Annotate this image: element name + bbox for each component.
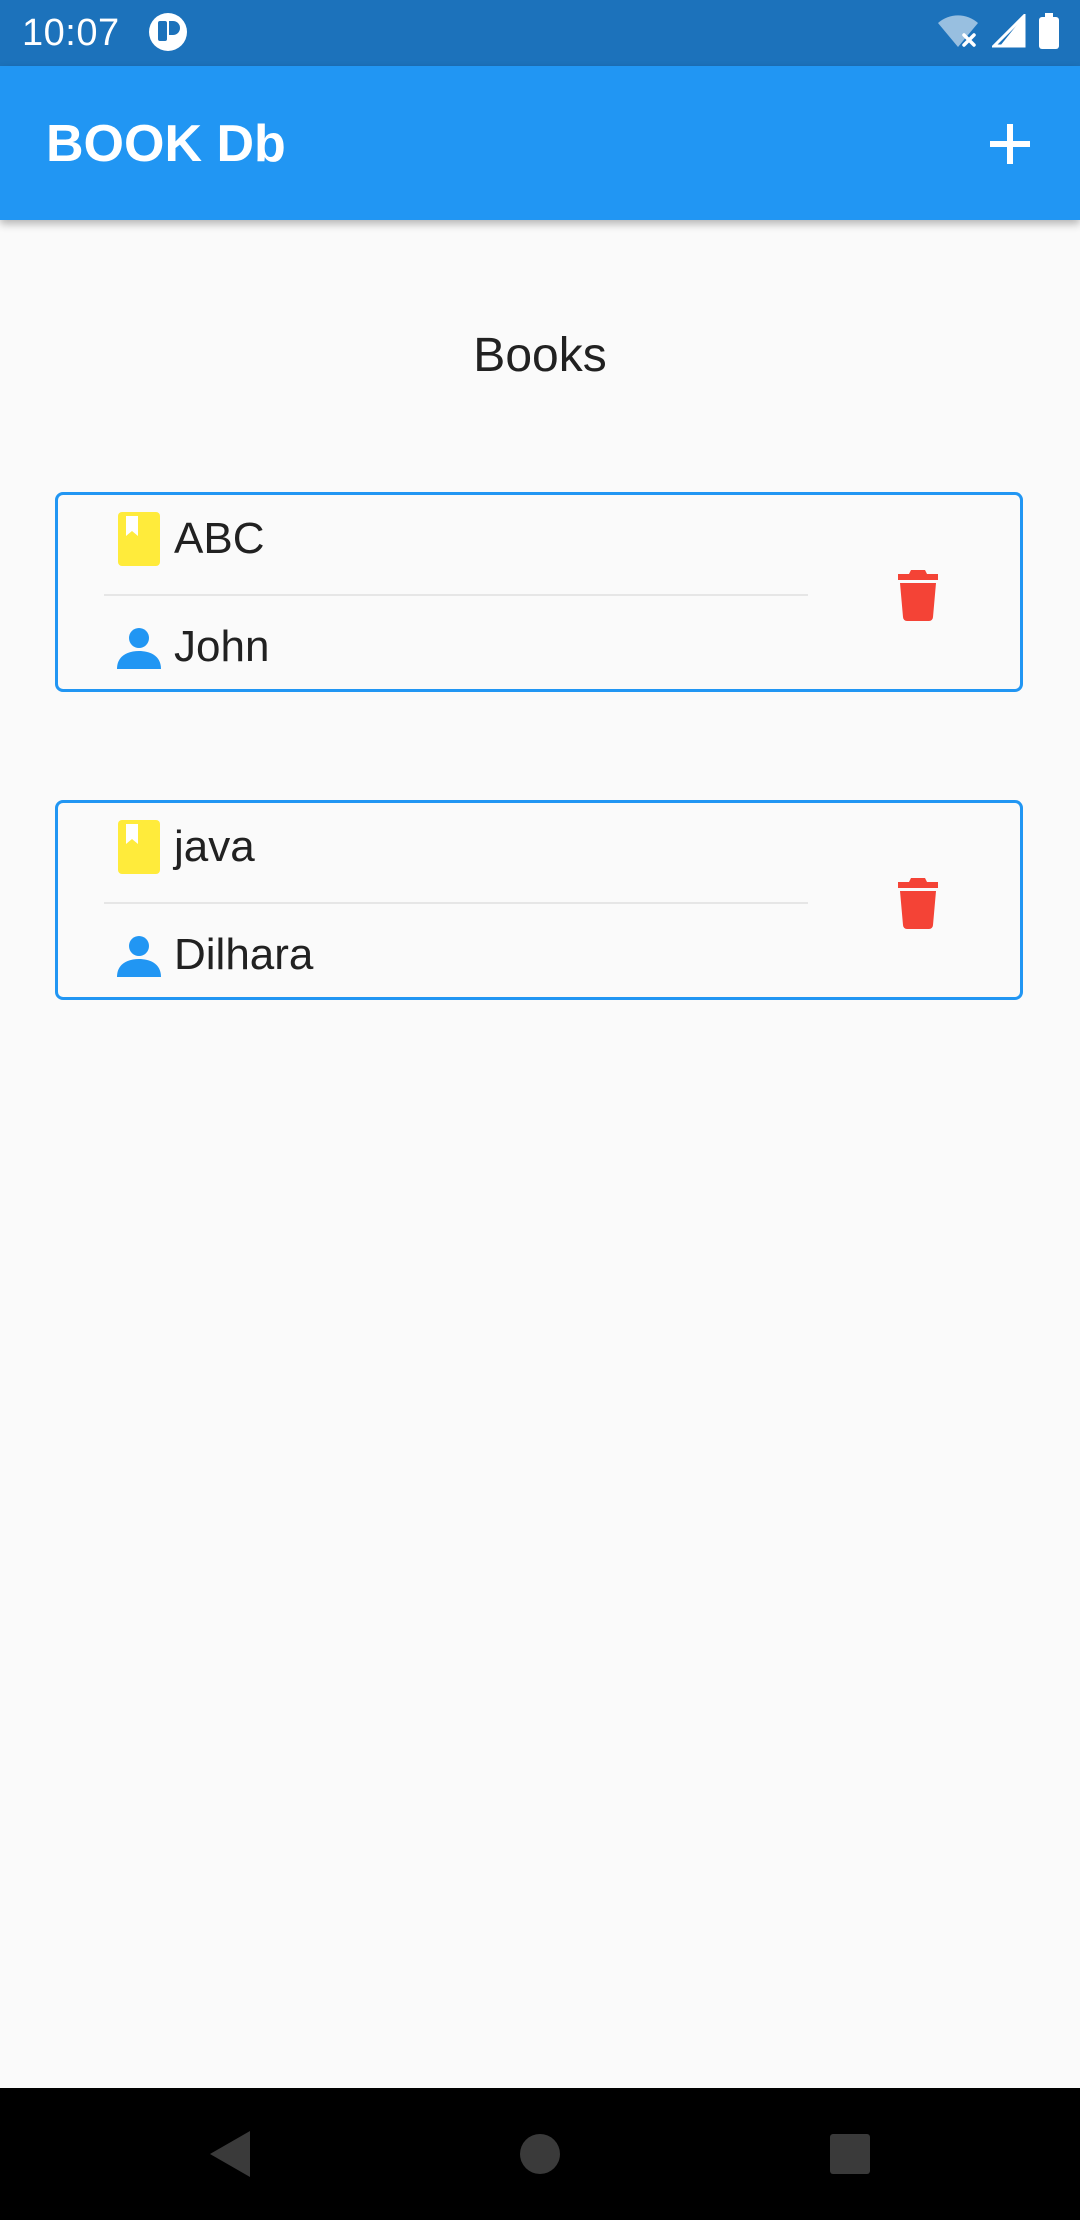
book-author-row: Dilhara (114, 923, 313, 987)
app-notification-icon (148, 12, 188, 52)
status-time: 10:07 (22, 12, 120, 54)
book-icon (114, 819, 164, 875)
book-author: John (174, 622, 270, 671)
nav-back-button[interactable] (194, 2118, 266, 2190)
book-author-row: John (114, 615, 269, 679)
nav-home-button[interactable] (504, 2118, 576, 2190)
book-card[interactable]: java Dilhara (55, 800, 1023, 1000)
person-icon (114, 927, 164, 983)
book-card[interactable]: ABC John (55, 492, 1023, 692)
battery-icon (1038, 12, 1060, 54)
back-icon (210, 2131, 250, 2177)
book-title: java (174, 822, 255, 871)
delete-button[interactable] (878, 555, 958, 635)
page-heading: Books (473, 329, 607, 382)
divider (104, 594, 808, 596)
delete-icon (898, 570, 938, 621)
navigation-bar (0, 2088, 1080, 2220)
person-icon (114, 619, 164, 675)
recents-icon (830, 2134, 870, 2174)
app-title: BOOK Db (46, 115, 286, 173)
add-button[interactable] (968, 102, 1052, 186)
book-title-row: ABC (114, 507, 264, 571)
nav-recents-button[interactable] (814, 2118, 886, 2190)
book-icon (114, 511, 164, 567)
status-icons (936, 11, 1060, 54)
delete-button[interactable] (878, 863, 958, 943)
cell-signal-icon (990, 11, 1026, 53)
book-title: ABC (174, 514, 265, 563)
wifi-off-icon (936, 13, 980, 54)
book-author: Dilhara (174, 930, 314, 979)
add-icon (990, 124, 1030, 164)
delete-icon (898, 878, 938, 929)
home-icon (520, 2134, 560, 2174)
divider (104, 902, 808, 904)
book-title-row: java (114, 815, 255, 879)
status-bar: 10:07 (0, 0, 1080, 66)
app-bar: BOOK Db (0, 66, 1080, 220)
